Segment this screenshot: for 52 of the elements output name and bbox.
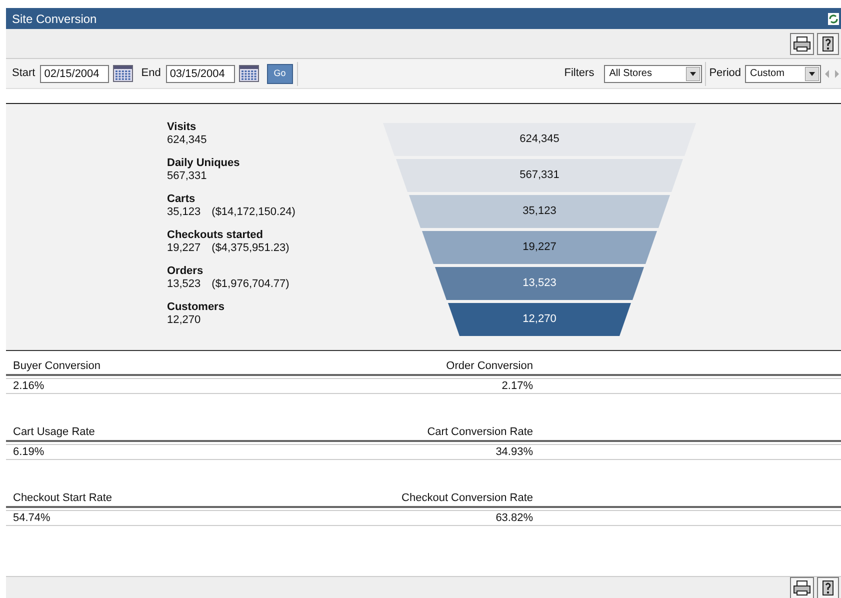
end-date-field[interactable]: 03/15/2004	[166, 64, 235, 82]
printer-icon[interactable]	[790, 576, 814, 598]
metric-value: 54.74%	[13, 510, 52, 526]
refresh-icon[interactable]	[828, 12, 839, 24]
help-book-icon[interactable]	[817, 576, 839, 598]
metric-value: 63.82%	[494, 510, 533, 526]
stage-amount: ($14,172,150.24)	[212, 206, 296, 219]
dropdown-arrow-icon	[686, 66, 700, 80]
stage-name: Orders	[167, 265, 204, 278]
segment-count: 567,331	[520, 168, 560, 184]
stage-count: 13,523	[167, 278, 201, 291]
segment-count: 35,123	[522, 204, 556, 220]
calendar-icon[interactable]	[113, 65, 134, 82]
segment-count: 19,227	[522, 240, 556, 256]
stage-amount: ($4,375,951.23)	[212, 242, 290, 255]
end-label: End	[141, 66, 161, 82]
stage-name: Daily Uniques	[167, 157, 241, 170]
window-title: Site Conversion	[12, 10, 97, 28]
metric-value: 2.16%	[13, 378, 46, 394]
filters-dropdown[interactable]: All Stores	[604, 64, 702, 82]
calendar-icon[interactable]	[238, 65, 259, 82]
metric-label: Cart Conversion Rate	[426, 425, 533, 440]
go-button[interactable]: Go	[266, 64, 293, 84]
metric-value: 2.17%	[500, 378, 533, 394]
stage-count: 567,331	[167, 170, 207, 183]
stage-count: 19,227	[167, 242, 201, 255]
stage-name: Customers	[167, 301, 226, 314]
printer-icon[interactable]	[790, 32, 814, 54]
segment-count: 13,523	[522, 276, 556, 292]
dropdown-arrow-icon	[805, 66, 819, 80]
metric-label: Checkout Start Rate	[13, 491, 114, 506]
metric-label: Cart Usage Rate	[13, 425, 96, 440]
start-date-field[interactable]: 02/15/2004	[40, 64, 110, 82]
period-label: Period	[709, 66, 741, 82]
filters-label: Filters	[564, 66, 594, 82]
segment-count: 12,270	[522, 312, 556, 328]
segment-count: 624,345	[520, 132, 560, 148]
stage-name: Checkouts started	[167, 229, 264, 242]
metric-label: Checkout Conversion Rate	[400, 491, 533, 506]
stage-count: 35,123	[167, 206, 201, 219]
metric-value: 34.93%	[494, 444, 533, 460]
period-dropdown[interactable]: Custom	[745, 64, 821, 82]
start-label: Start	[12, 66, 36, 82]
help-book-icon[interactable]	[817, 32, 839, 54]
stage-name: Carts	[167, 193, 196, 206]
metric-label: Buyer Conversion	[13, 359, 102, 374]
metric-label: Order Conversion	[445, 359, 533, 374]
stage-name: Visits	[167, 121, 198, 134]
stage-amount: ($1,976,704.77)	[212, 278, 290, 291]
stage-count: 12,270	[167, 314, 201, 327]
metric-value: 6.19%	[13, 444, 46, 460]
stage-count: 624,345	[167, 134, 207, 147]
